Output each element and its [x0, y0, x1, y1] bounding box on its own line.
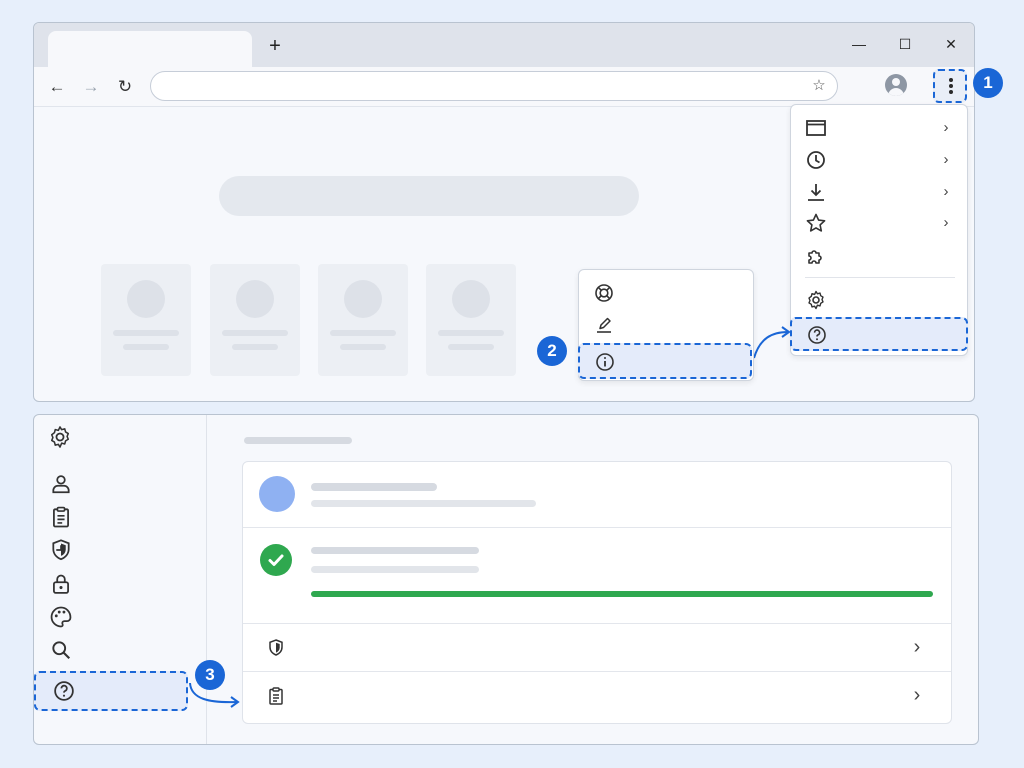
sidebar-item-appearance[interactable] [48, 604, 74, 630]
lock-icon [53, 574, 69, 594]
settings-row-terms[interactable]: › [243, 671, 951, 723]
search-placeholder [219, 176, 639, 216]
update-progress-track [311, 591, 933, 597]
chevron-right-icon: › [913, 684, 921, 706]
help-submenu [578, 269, 754, 381]
shortcut-card [318, 264, 408, 376]
menu-item-downloads[interactable]: › [791, 177, 967, 207]
gear-icon [47, 424, 73, 450]
main-menu-button[interactable] [933, 69, 967, 103]
chevron-right-icon: › [913, 636, 921, 658]
browser-logo [259, 476, 295, 512]
active-tab[interactable] [48, 31, 252, 67]
clipboard-icon [265, 685, 287, 707]
browser-version [311, 500, 536, 507]
update-status-text [311, 547, 479, 554]
gear-icon [805, 289, 827, 311]
menu-item-extensions[interactable] [791, 241, 967, 271]
settings-window: › › [33, 414, 979, 745]
info-icon [594, 351, 616, 373]
sidebar-item-privacy[interactable] [48, 537, 74, 563]
shortcut-card [101, 264, 191, 376]
about-panel: › › [242, 461, 952, 724]
search-icon [52, 641, 71, 660]
tab-strip: + — ☐ ✕ [34, 23, 974, 67]
update-status-row [243, 527, 951, 623]
update-progress-fill [311, 591, 933, 597]
step-arrow [753, 326, 791, 359]
menu-divider [805, 277, 955, 278]
browser-name [311, 483, 437, 491]
sidebar-item-search-engine[interactable] [48, 637, 74, 663]
forward-button[interactable]: → [80, 76, 102, 98]
sidebar-item-autofill[interactable] [48, 504, 74, 530]
sidebar-item-you[interactable] [48, 471, 74, 497]
settings-sidebar [34, 415, 207, 744]
maximize-button[interactable]: ☐ [894, 33, 916, 55]
back-button[interactable]: ← [46, 76, 68, 98]
step-badge-2: 2 [537, 336, 567, 366]
chevron-right-icon: › [943, 214, 949, 231]
new-tab-button[interactable]: + [264, 35, 286, 57]
address-bar[interactable]: ☆ [150, 71, 838, 101]
help-icon [51, 678, 77, 704]
shield-icon [52, 539, 70, 561]
edit-icon [593, 314, 615, 336]
menu-item-new-window[interactable]: › [791, 113, 967, 143]
menu-item-settings[interactable] [791, 285, 967, 315]
close-button[interactable]: ✕ [940, 33, 962, 55]
palette-icon [50, 606, 72, 628]
sidebar-item-about[interactable] [34, 671, 188, 711]
person-icon [52, 475, 70, 494]
menu-item-bookmarks[interactable]: › [791, 208, 967, 238]
shortcut-card [426, 264, 516, 376]
check-circle-icon [260, 544, 292, 576]
reload-button[interactable]: ↻ [114, 76, 136, 98]
window-icon [805, 117, 827, 139]
star-icon [805, 212, 827, 234]
main-menu: › › › › [790, 104, 968, 356]
submenu-item-report-issue[interactable] [579, 310, 753, 340]
profile-avatar[interactable] [885, 74, 907, 96]
sidebar-item-security[interactable] [48, 571, 74, 597]
page-title [244, 437, 352, 444]
clipboard-icon [53, 506, 69, 528]
shortcut-card [210, 264, 300, 376]
step-badge-3: 3 [195, 660, 225, 690]
menu-item-history[interactable]: › [791, 145, 967, 175]
settings-row-privacy[interactable]: › [243, 623, 951, 671]
minimize-button[interactable]: — [848, 33, 870, 55]
chevron-right-icon: › [943, 183, 949, 200]
submenu-item-help-center[interactable] [579, 278, 753, 308]
update-status-subtext [311, 566, 479, 573]
star-icon[interactable]: ☆ [809, 76, 829, 96]
lifebuoy-icon [593, 282, 615, 304]
chevron-right-icon: › [943, 119, 949, 136]
menu-item-help[interactable] [790, 317, 968, 351]
shield-icon [265, 637, 287, 659]
extensions-icon [805, 245, 827, 267]
chevron-right-icon: › [943, 151, 949, 168]
download-icon [805, 181, 827, 203]
history-icon [805, 149, 827, 171]
help-icon [806, 324, 828, 346]
toolbar: ← → ↻ ☆ [34, 67, 974, 107]
submenu-item-about[interactable] [578, 343, 752, 379]
step-badge-1: 1 [973, 68, 1003, 98]
